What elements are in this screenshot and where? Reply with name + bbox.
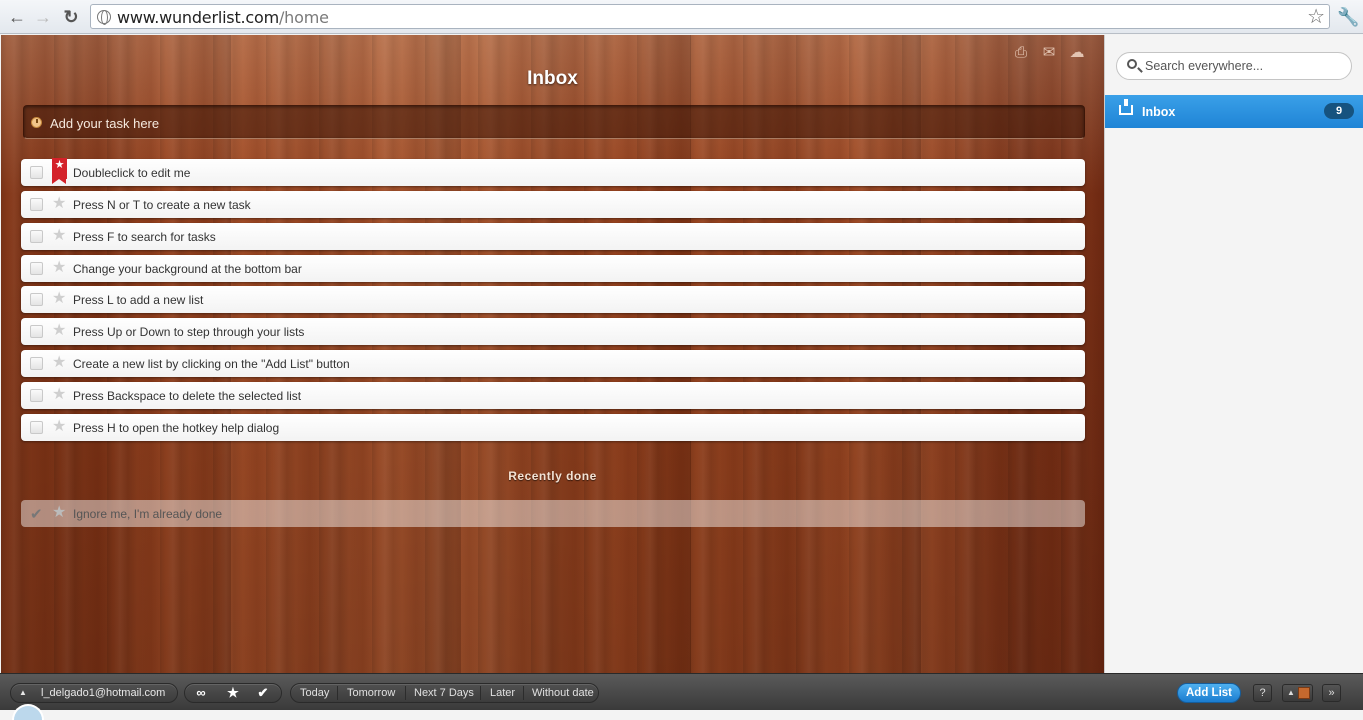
task-area: ⎙ ✉ ☁ Inbox ★ Doubleclick to edit me ★ P… (1, 35, 1104, 673)
add-task-input[interactable] (50, 114, 1050, 132)
task-text: Press L to add a new list (73, 293, 204, 308)
task-checkbox[interactable] (30, 325, 43, 339)
search-box[interactable] (1116, 52, 1352, 80)
starred-flag-icon[interactable]: ★ (52, 158, 67, 184)
done-filter-icon[interactable]: ✔ (249, 684, 277, 702)
help-button[interactable]: ? (1253, 684, 1272, 702)
reload-icon[interactable]: ↻ (60, 6, 82, 28)
filter-today[interactable]: Today (300, 684, 329, 702)
star-icon[interactable]: ★ (52, 354, 66, 372)
divider (480, 686, 481, 700)
inbox-icon (1119, 99, 1133, 115)
sidebar-item-inbox[interactable]: Inbox 9 (1105, 95, 1363, 128)
date-filter-group: Today Tomorrow Next 7 Days Later Without… (290, 683, 599, 703)
cloud-icon[interactable]: ☁ (1068, 45, 1086, 61)
filter-group: ∞ ★ ✔ (184, 683, 282, 703)
clock-icon[interactable] (31, 117, 42, 128)
star-icon[interactable]: ★ (52, 227, 66, 245)
sidebar-item-label: Inbox (1142, 105, 1176, 119)
task-text: Press F to search for tasks (73, 229, 216, 244)
task-checkbox[interactable] (30, 261, 43, 275)
print-icon[interactable]: ⎙ (1012, 45, 1030, 61)
star-icon[interactable]: ★ (52, 290, 66, 308)
task-item[interactable]: ★ Change your background at the bottom b… (21, 254, 1085, 282)
task-checkbox[interactable] (30, 229, 43, 243)
star-icon[interactable]: ★ (52, 504, 66, 522)
url-text[interactable]: www.wunderlist.com/home (117, 8, 329, 27)
task-checkbox[interactable] (30, 357, 43, 371)
task-text: Doubleclick to edit me (73, 166, 191, 180)
background-picker-button[interactable]: ▲ (1282, 684, 1313, 702)
task-text: Press Up or Down to step through your li… (73, 325, 305, 340)
address-bar[interactable]: www.wunderlist.com/home ☆ (90, 4, 1330, 29)
user-email: l_delgado1@hotmail.com (41, 687, 166, 699)
task-text: Ignore me, I'm already done (73, 507, 223, 521)
filter-next-7-days[interactable]: Next 7 Days (414, 684, 474, 702)
infinity-icon[interactable]: ∞ (187, 684, 215, 702)
filter-tomorrow[interactable]: Tomorrow (347, 684, 395, 702)
add-list-button[interactable]: Add List (1177, 683, 1241, 703)
browser-toolbar: ← → ↻ www.wunderlist.com/home ☆ 🔧 (0, 0, 1363, 34)
search-icon (1127, 59, 1137, 69)
task-checkbox[interactable] (30, 293, 43, 307)
page-title: Inbox (527, 68, 578, 89)
task-checkbox[interactable] (30, 388, 43, 402)
star-icon[interactable]: ★ (52, 259, 66, 277)
divider (337, 686, 338, 700)
task-item[interactable]: ★ Create a new list by clicking on the "… (21, 350, 1085, 378)
task-checkbox[interactable] (30, 197, 43, 211)
checkmark-icon[interactable]: ✔ (30, 505, 43, 523)
count-badge: 9 (1324, 103, 1354, 119)
search-input[interactable] (1145, 58, 1345, 74)
task-text: Press H to open the hotkey help dialog (73, 420, 280, 435)
bottom-bar: ▲ l_delgado1@hotmail.com ∞ ★ ✔ Today Tom… (0, 673, 1363, 710)
divider (523, 686, 524, 700)
sidebar: Inbox 9 (1104, 35, 1363, 673)
task-checkbox[interactable] (30, 420, 43, 434)
task-item[interactable]: ★ Press H to open the hotkey help dialog (21, 413, 1085, 441)
task-item[interactable]: ★ Press F to search for tasks (21, 222, 1085, 250)
task-item[interactable]: ★ Press N or T to create a new task (21, 190, 1085, 218)
task-text: Press Backspace to delete the selected l… (73, 388, 302, 403)
caret-up-icon: ▲ (1287, 688, 1295, 697)
task-item[interactable]: ★ Doubleclick to edit me (21, 158, 1085, 186)
caret-up-icon: ▲ (19, 688, 27, 697)
back-arrow-icon[interactable]: ← (6, 6, 28, 28)
forward-arrow-icon[interactable]: → (32, 6, 54, 28)
add-task-bar[interactable] (23, 105, 1085, 139)
done-task-item[interactable]: ✔ ★ Ignore me, I'm already done (21, 500, 1085, 527)
task-item[interactable]: ★ Press Up or Down to step through your … (21, 318, 1085, 346)
star-icon[interactable]: ★ (52, 386, 66, 404)
task-item[interactable]: ★ Press L to add a new list (21, 286, 1085, 314)
account-menu[interactable]: ▲ l_delgado1@hotmail.com (10, 683, 178, 703)
star-icon[interactable]: ★ (52, 322, 66, 340)
list-actions: ⎙ ✉ ☁ (1012, 45, 1086, 61)
star-icon[interactable]: ★ (52, 418, 66, 436)
task-text: Create a new list by clicking on the "Ad… (73, 357, 350, 372)
wrench-icon[interactable]: 🔧 (1337, 6, 1359, 28)
task-text: Change your background at the bottom bar (73, 261, 302, 276)
recently-done-heading: Recently done (508, 469, 597, 483)
star-icon[interactable]: ★ (52, 195, 66, 213)
email-icon[interactable]: ✉ (1040, 45, 1058, 61)
task-list: ★ Doubleclick to edit me ★ Press N or T … (21, 158, 1085, 446)
filter-without-date[interactable]: Without date (532, 684, 594, 702)
bookmark-star-icon[interactable]: ☆ (1307, 5, 1325, 29)
filter-later[interactable]: Later (490, 684, 515, 702)
globe-icon (97, 10, 111, 25)
expand-button[interactable]: » (1322, 684, 1341, 702)
task-text: Press N or T to create a new task (73, 197, 251, 212)
task-checkbox[interactable] (30, 166, 43, 179)
task-item[interactable]: ★ Press Backspace to delete the selected… (21, 381, 1085, 409)
divider (405, 686, 406, 700)
background-swatch-icon (1298, 687, 1310, 699)
starred-filter-icon[interactable]: ★ (219, 684, 247, 702)
